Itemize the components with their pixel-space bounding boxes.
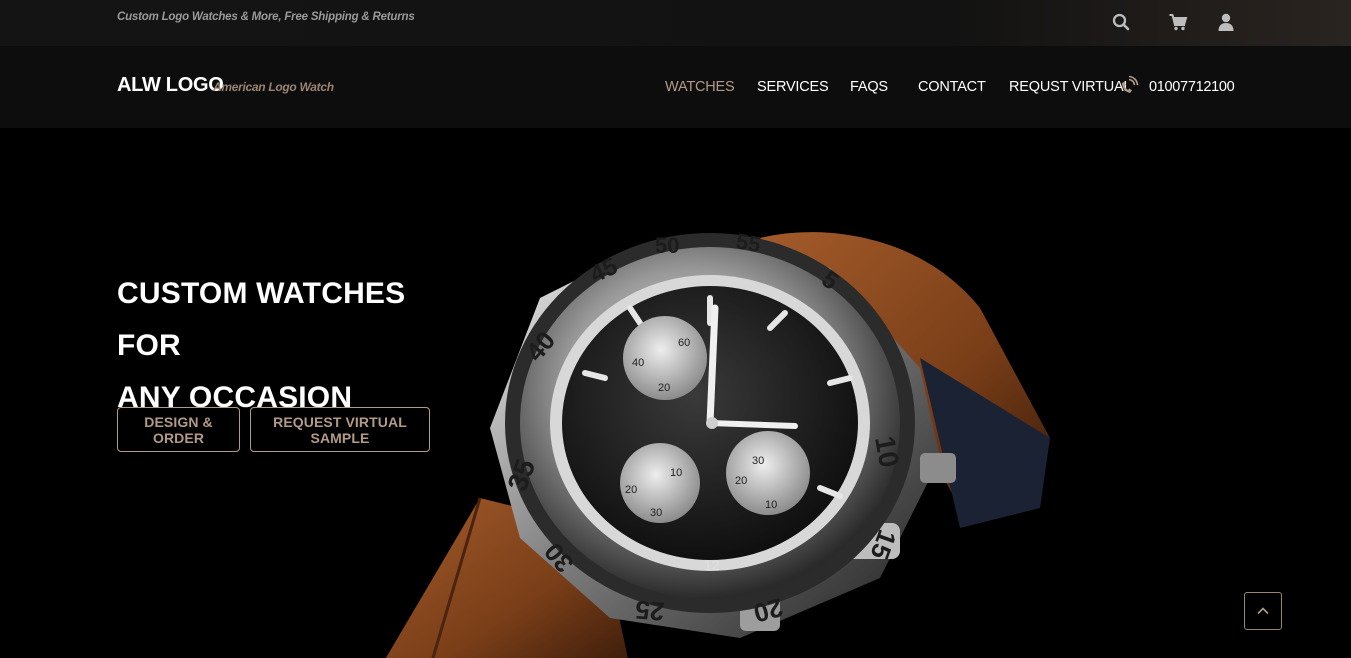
site-logo[interactable]: ALW LOGO: [117, 74, 224, 97]
hero-section: 35 40 45 50 55 5 10 15 20 25 30 12 60 40…: [0, 128, 1351, 658]
shipping-tagline: Custom Logo Watches & More, Free Shippin…: [117, 11, 415, 23]
subdial-numeral: 20: [735, 475, 747, 487]
request-virtual-sample-button[interactable]: REQUEST VIRTUAL SAMPLE: [250, 407, 430, 452]
subdial-numeral: 30: [752, 455, 764, 467]
watch-image: 35 40 45 50 55 5 10 15 20 25 30 12 60 40…: [385, 228, 1050, 658]
subdial-numeral: 30: [650, 507, 662, 519]
subdial-numeral: 10: [765, 499, 777, 511]
main-header: ALW LOGO American Logo Watch WATCHES SER…: [0, 46, 1351, 128]
nav-request-virtual[interactable]: REQUST VIRTUAL: [1009, 79, 1132, 95]
logo-subtitle: American Logo Watch: [213, 80, 334, 94]
bezel-numeral: 50: [655, 233, 679, 258]
top-bar: Custom Logo Watches & More, Free Shippin…: [0, 0, 1351, 46]
scroll-to-top-button[interactable]: [1244, 592, 1282, 630]
bezel-numeral: 55: [734, 228, 762, 257]
bezel-numeral: 25: [634, 595, 665, 627]
nav-faqs[interactable]: FAQS: [850, 79, 888, 95]
user-icon[interactable]: [1216, 12, 1236, 32]
hero-title: CUSTOM WATCHES FOR ANY OCCASION: [117, 268, 457, 424]
phone-icon: [1117, 75, 1139, 97]
subdial-numeral: 20: [625, 484, 637, 496]
subdial-numeral: 20: [658, 382, 670, 394]
design-order-button[interactable]: DESIGN & ORDER: [117, 407, 240, 452]
subdial-numeral: 40: [632, 357, 644, 369]
nav-contact[interactable]: CONTACT: [918, 79, 986, 95]
nav-services[interactable]: SERVICES: [757, 79, 829, 95]
chevron-up-icon: [1257, 607, 1269, 615]
phone-number[interactable]: 01007712100: [1149, 79, 1235, 95]
nav-watches[interactable]: WATCHES: [665, 79, 735, 95]
cart-icon[interactable]: [1168, 12, 1188, 32]
subdial-numeral: 60: [678, 337, 690, 349]
search-icon[interactable]: [1111, 12, 1131, 32]
hero-title-line1: CUSTOM WATCHES FOR: [117, 277, 406, 362]
bezel-numeral: 10: [869, 434, 905, 470]
subdial-numeral: 10: [670, 467, 682, 479]
dial-numeral: 12: [704, 557, 720, 573]
